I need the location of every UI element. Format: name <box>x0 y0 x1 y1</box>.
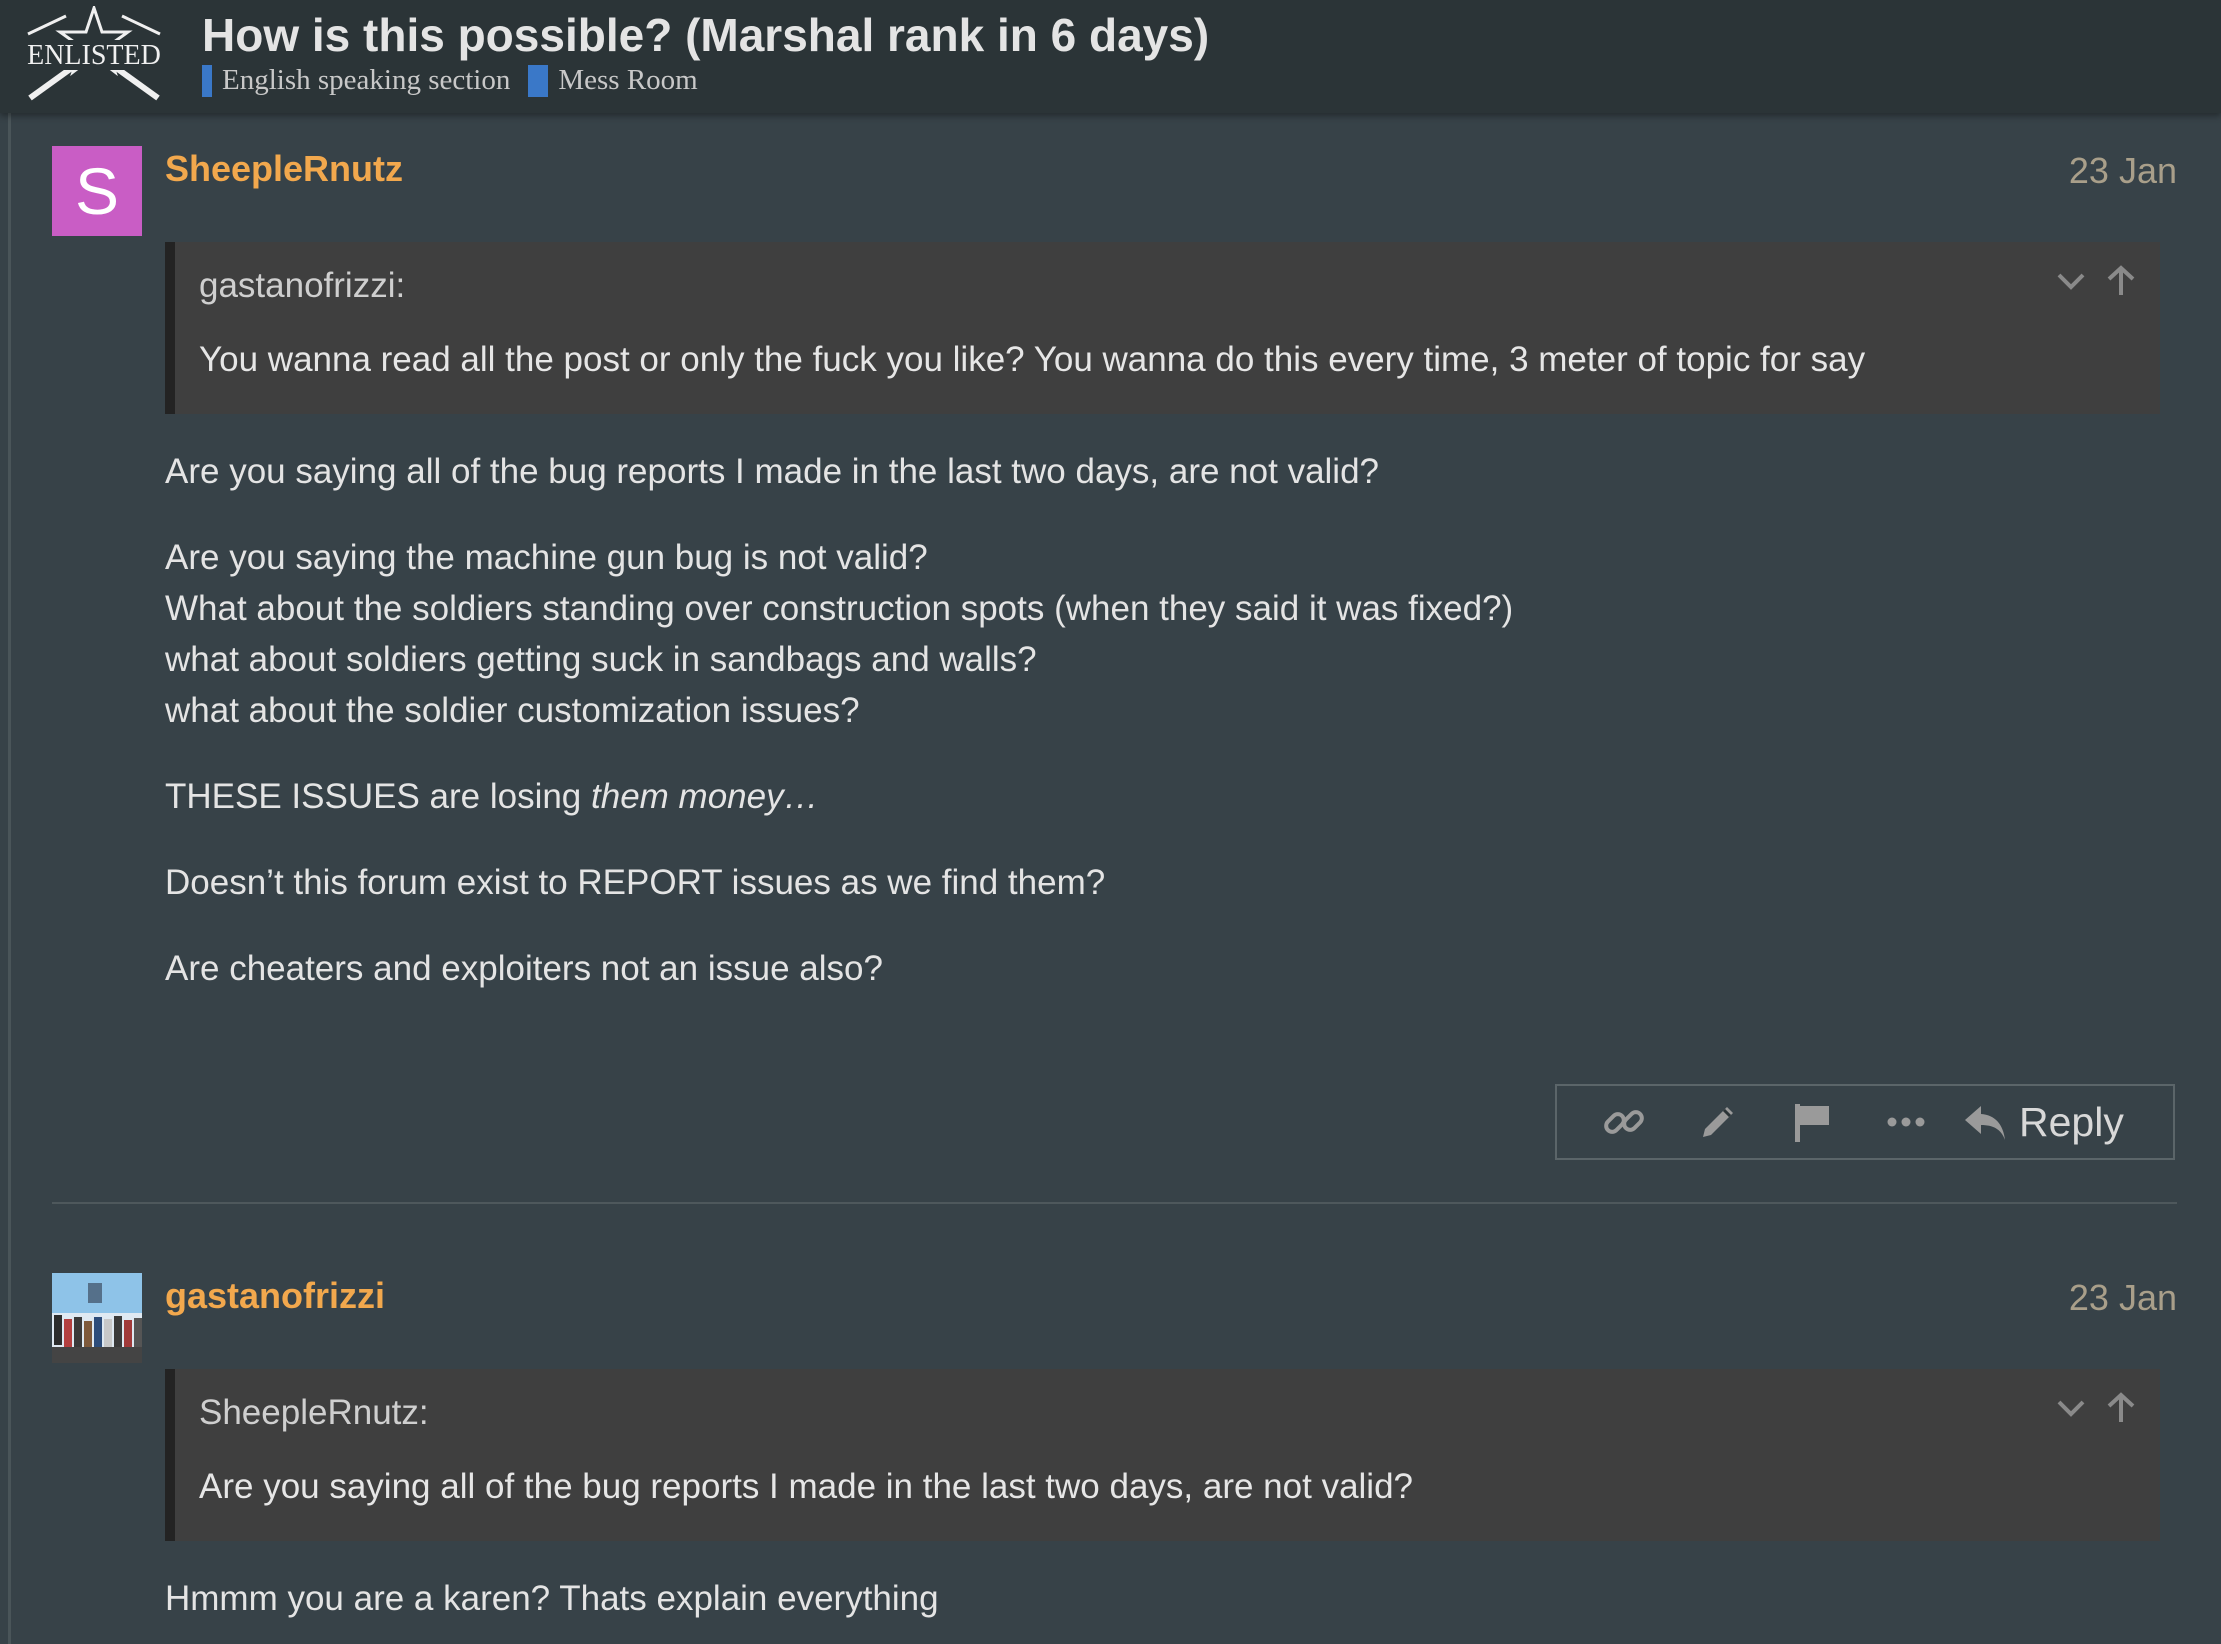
breadcrumb: English speaking section Mess Room <box>202 64 698 97</box>
post-paragraph: Are cheaters and exploiters not an issue… <box>165 949 883 988</box>
post-paragraph: Hmmm you are a karen? Thats explain ever… <box>165 1579 939 1618</box>
site-logo[interactable]: ENLISTED <box>26 3 162 102</box>
category-label: Mess Room <box>558 64 698 96</box>
avatar[interactable]: S <box>52 146 142 236</box>
reply-arrow-icon <box>1965 1106 2005 1140</box>
quote-text: Are you saying all of the bug reports I … <box>199 1467 1414 1506</box>
arrow-up-icon[interactable] <box>2104 264 2138 298</box>
category-label: English speaking section <box>222 64 511 96</box>
post-body: Hmmm you are a karen? Thats explain ever… <box>165 1573 939 1624</box>
chevron-down-icon[interactable] <box>2054 264 2088 298</box>
post-date[interactable]: 23 Jan <box>2069 1277 2177 1319</box>
quote-author: gastanofrizzi: <box>199 266 406 305</box>
more-icon <box>1887 1117 1925 1127</box>
post-date[interactable]: 23 Jan <box>2069 150 2177 192</box>
more-options-button[interactable] <box>1859 1086 1953 1158</box>
post-text: THESE ISSUES are losing <box>165 777 591 816</box>
topic-title[interactable]: How is this possible? (Marshal rank in 6… <box>202 8 1209 62</box>
arrow-up-icon[interactable] <box>2104 1391 2138 1425</box>
quote-author: SheepleRnutz: <box>199 1393 429 1432</box>
avatar-letter: S <box>74 154 120 228</box>
post-paragraph: Are you saying all of the bug reports I … <box>165 452 1380 491</box>
svg-text:ENLISTED: ENLISTED <box>27 40 161 71</box>
post-actions: Reply <box>1555 1084 2175 1160</box>
quote-controls <box>2054 264 2138 298</box>
edit-button[interactable] <box>1671 1086 1765 1158</box>
category-color-swatch <box>202 64 212 97</box>
pencil-icon <box>1703 1107 1733 1137</box>
flag-icon <box>1795 1104 1829 1142</box>
timeline-line <box>8 113 11 1644</box>
post-divider <box>52 1202 2177 1204</box>
post: gastanofrizzi 23 Jan SheepleRnutz: Are y… <box>52 1273 2177 1644</box>
post-emphasis: them money… <box>591 777 819 816</box>
site-header: ENLISTED How is this possible? (Marshal … <box>0 0 2221 113</box>
flag-button[interactable] <box>1765 1086 1859 1158</box>
share-link-button[interactable] <box>1577 1086 1671 1158</box>
quote-text: You wanna read all the post or only the … <box>199 340 1866 379</box>
enlisted-logo-icon: ENLISTED <box>27 3 161 101</box>
post-line: Are you saying the machine gun bug is no… <box>165 538 928 577</box>
category-color-swatch <box>528 64 549 97</box>
quote-controls <box>2054 1391 2138 1425</box>
post-line: what about soldiers getting suck in sand… <box>165 640 1037 679</box>
post: S SheepleRnutz 23 Jan gastanofrizzi: You… <box>52 146 2177 1186</box>
avatar[interactable] <box>52 1273 142 1363</box>
post-line: what about the soldier customization iss… <box>165 691 860 730</box>
link-icon <box>1604 1110 1644 1134</box>
group-photo-avatar-icon <box>52 1273 142 1363</box>
post-username[interactable]: gastanofrizzi <box>165 1275 385 1317</box>
quote-block: SheepleRnutz: Are you saying all of the … <box>165 1369 2160 1541</box>
post-paragraph: Doesn’t this forum exist to REPORT issue… <box>165 863 1106 902</box>
reply-button[interactable]: Reply <box>1961 1098 2124 1146</box>
category-link-english[interactable]: English speaking section <box>202 64 510 97</box>
reply-label: Reply <box>2019 1098 2124 1145</box>
category-link-mess-room[interactable]: Mess Room <box>528 64 698 97</box>
post-username[interactable]: SheepleRnutz <box>165 148 403 190</box>
quote-block: gastanofrizzi: You wanna read all the po… <box>165 242 2160 414</box>
chevron-down-icon[interactable] <box>2054 1391 2088 1425</box>
post-paragraph: THESE ISSUES are losing them money… <box>165 771 1513 822</box>
post-body: Are you saying all of the bug reports I … <box>165 446 1513 994</box>
post-line: What about the soldiers standing over co… <box>165 589 1514 628</box>
